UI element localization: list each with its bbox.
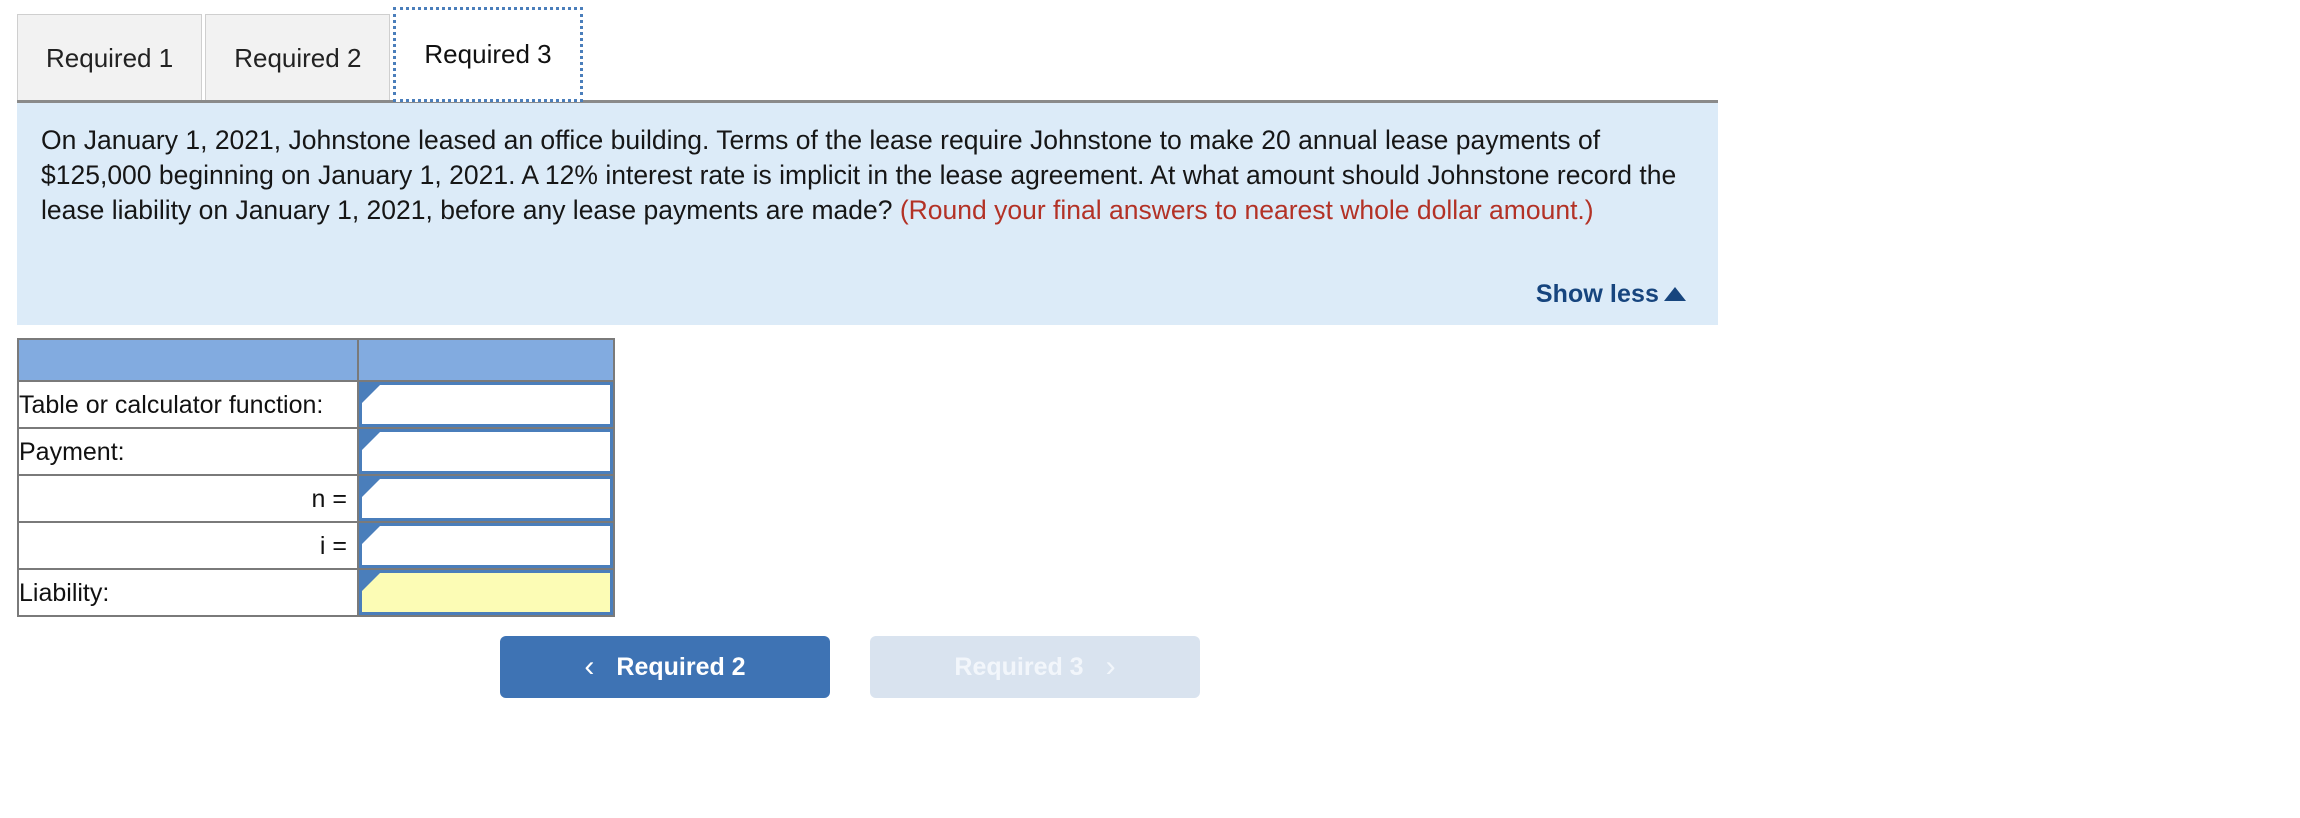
tab-required-1[interactable]: Required 1 — [17, 14, 203, 102]
table-row: Liability: — [17, 568, 615, 617]
table-row: i = — [17, 521, 615, 570]
next-required-3-button[interactable]: Required 3 › — [870, 636, 1200, 698]
row-input-cell — [357, 474, 615, 523]
tab-strip: Required 1 Required 2 Required 3 — [17, 7, 586, 102]
row-label-payment: Payment: — [17, 427, 359, 476]
row-label-n: n = — [17, 474, 359, 523]
dropdown-marker-icon — [362, 432, 380, 450]
input-payment[interactable] — [359, 429, 613, 474]
row-input-cell — [357, 427, 615, 476]
table-row: n = — [17, 474, 615, 523]
prev-required-2-button[interactable]: ‹ Required 2 — [500, 636, 830, 698]
tab-label: Required 1 — [46, 43, 174, 73]
dropdown-marker-icon — [362, 526, 380, 544]
table-row: Payment: — [17, 427, 615, 476]
row-label-liability: Liability: — [17, 568, 359, 617]
table-header-row — [17, 338, 615, 382]
show-less-label: Show less — [1535, 280, 1659, 308]
next-button-label: Required 3 — [954, 652, 1084, 681]
caret-up-icon — [1664, 286, 1686, 301]
row-label-i: i = — [17, 521, 359, 570]
input-n[interactable] — [359, 476, 613, 521]
show-less-toggle[interactable]: Show less — [1536, 280, 1686, 309]
dropdown-marker-icon — [362, 479, 380, 497]
chevron-left-icon: ‹ — [584, 650, 595, 683]
dropdown-marker-icon — [362, 573, 380, 591]
input-i[interactable] — [359, 523, 613, 568]
prev-button-label: Required 2 — [616, 652, 746, 681]
answer-table: Table or calculator function: Payment: n… — [17, 338, 615, 617]
table-header-cell-value — [357, 338, 615, 382]
input-liability[interactable] — [359, 570, 613, 615]
row-input-cell — [357, 521, 615, 570]
table-header-cell-label — [17, 338, 359, 382]
dropdown-marker-icon — [362, 385, 380, 403]
question-text: On January 1, 2021, Johnstone leased an … — [41, 123, 1694, 228]
tab-label: Required 3 — [424, 39, 552, 69]
question-rounding-note: (Round your final answers to nearest who… — [899, 195, 1594, 225]
tab-required-2[interactable]: Required 2 — [205, 14, 391, 102]
row-input-cell — [357, 380, 615, 429]
question-panel: On January 1, 2021, Johnstone leased an … — [17, 103, 1718, 325]
table-row: Table or calculator function: — [17, 380, 615, 429]
row-input-cell — [357, 568, 615, 617]
row-label-table-or-calculator-function: Table or calculator function: — [17, 380, 359, 429]
tab-label: Required 2 — [234, 43, 362, 73]
input-table-or-calculator-function[interactable] — [359, 382, 613, 427]
tab-required-3[interactable]: Required 3 — [393, 7, 583, 102]
navigation-buttons: ‹ Required 2 Required 3 › — [500, 636, 1200, 698]
chevron-right-icon: › — [1105, 650, 1116, 683]
